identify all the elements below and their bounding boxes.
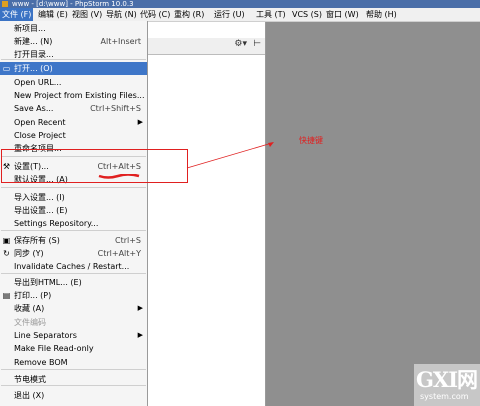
editor-area — [147, 22, 266, 406]
menu-item-label: Save As... — [14, 104, 54, 113]
menubar-item[interactable]: VCS (S) — [290, 8, 324, 21]
menu-separator — [1, 187, 146, 188]
site-watermark: GXI网 system.com — [414, 364, 480, 406]
menu-item-shortcut: Alt+Insert — [100, 37, 141, 46]
gear-icon[interactable]: ⚙▾ — [234, 39, 247, 49]
phpstorm-app-icon — [2, 1, 8, 7]
menubar-item[interactable]: 导航 (N) — [104, 8, 139, 21]
menu-item[interactable]: Line Separators ▶ — [0, 329, 147, 342]
pin-icon[interactable]: ⊢ — [253, 39, 261, 49]
menu-item-label: Settings Repository... — [14, 219, 99, 228]
menu-item[interactable]: ▭ 打开... (O) — [0, 62, 147, 75]
menu-item[interactable]: Save As... Ctrl+Shift+S — [0, 102, 147, 115]
menu-item-label: Line Separators — [14, 331, 77, 340]
file-menu-dropdown: 新项目... 新建... (N) Alt+Insert 打开目录... ▭ 打开... (… — [0, 21, 148, 406]
menu-item-label: 新建... (N) — [14, 37, 53, 46]
menu-item[interactable]: Open Recent ▶ — [0, 116, 147, 129]
menu-separator — [1, 369, 146, 370]
menu-item-label: New Project from Existing Files... — [14, 91, 145, 100]
window-title: www - [d:\www] - PhpStorm 10.0.3 — [12, 0, 134, 8]
menu-item-label: 新项目... — [14, 24, 46, 33]
menu-item[interactable]: ▣ 保存所有 (S) Ctrl+S — [0, 234, 147, 247]
menu-item-label: 文件编码 — [14, 318, 46, 327]
menubar-item[interactable]: 运行 (U) — [212, 8, 247, 21]
menu-item[interactable]: 收藏 (A) ▶ — [0, 302, 147, 315]
menu-item[interactable]: 新项目... — [0, 22, 147, 35]
menu-item-label: 打印... (P) — [14, 291, 52, 300]
menubar-item[interactable]: 帮助 (H) — [364, 8, 399, 21]
menu-item-label: Make File Read-only — [14, 344, 94, 353]
menu-item-label: 打开... (O) — [14, 64, 53, 73]
menu-item-label: 收藏 (A) — [14, 304, 45, 313]
menu-item-label: Open URL... — [14, 78, 62, 87]
menu-item[interactable]: Close Project — [0, 129, 147, 142]
annotation-box — [1, 149, 188, 183]
menu-item[interactable]: ▤ 打印... (P) — [0, 289, 147, 302]
menu-item[interactable]: Settings Repository... — [0, 217, 147, 230]
annotation-label: 快捷键 — [299, 136, 323, 145]
menu-item-label: 导出到HTML... (E) — [14, 278, 82, 287]
submenu-arrow-icon: ▶ — [137, 304, 143, 312]
submenu-arrow-icon: ▶ — [137, 118, 143, 126]
menu-item-label: Open Recent — [14, 118, 66, 127]
menubar-item[interactable]: 代码 (C) — [138, 8, 172, 21]
menu-item-shortcut: Ctrl+S — [114, 236, 141, 245]
menu-item[interactable]: New Project from Existing Files... — [0, 89, 147, 102]
menu-item-label: 保存所有 (S) — [14, 236, 60, 245]
menu-separator — [1, 230, 146, 231]
menu-item[interactable]: Invalidate Caches / Restart... — [0, 260, 147, 273]
editor-toolbar: ⚙▾ ⊢ — [147, 38, 265, 55]
print-icon: ▤ — [2, 291, 11, 300]
menu-item-label: Close Project — [14, 131, 66, 140]
menu-item-shortcut: Ctrl+Alt+Y — [97, 249, 141, 258]
menu-item-label: 退出 (X) — [14, 391, 45, 400]
menu-separator — [1, 273, 146, 274]
menu-item[interactable]: 导入设置... (I) — [0, 191, 147, 204]
menu-item-shortcut: Ctrl+Shift+S — [90, 104, 141, 113]
menu-item: 文件编码 — [0, 316, 147, 329]
menubar-item[interactable]: 编辑 (E) — [36, 8, 70, 21]
right-panel — [266, 22, 480, 406]
menu-item-label: 同步 (Y) — [14, 249, 44, 258]
menubar-item[interactable]: 重构 (R) — [172, 8, 206, 21]
menu-item[interactable]: 新建... (N) Alt+Insert — [0, 35, 147, 48]
menubar-item[interactable]: 窗口 (W) — [324, 8, 361, 21]
menubar-item[interactable]: 文件 (F) — [0, 8, 34, 21]
watermark-domain: system.com — [420, 392, 469, 401]
menu-item-label: 导入设置... (I) — [14, 193, 65, 202]
menu-item[interactable]: ↻ 同步 (Y) Ctrl+Alt+Y — [0, 247, 147, 260]
annotation-underline — [98, 174, 140, 179]
annotation-arrow — [186, 142, 274, 169]
submenu-arrow-icon: ▶ — [137, 331, 143, 339]
watermark-logo: GXI网 — [416, 367, 478, 392]
menu-item-label: 导出设置... (E) — [14, 206, 68, 215]
menu-item-label: Remove BOM — [14, 358, 68, 367]
sync-icon: ↻ — [3, 249, 10, 258]
menu-separator — [1, 59, 146, 60]
folder-icon: ▭ — [2, 64, 11, 73]
window-titlebar: www - [d:\www] - PhpStorm 10.0.3 — [0, 0, 480, 8]
menu-item[interactable]: 导出设置... (E) — [0, 204, 147, 217]
menu-item[interactable]: 退出 (X) — [0, 389, 147, 402]
menu-bar: 文件 (F) 编辑 (E) 视图 (V) 导航 (N) 代码 (C) 重构 (R) 运行 (… — [0, 8, 480, 22]
menu-item[interactable]: 导出到HTML... (E) — [0, 276, 147, 289]
menu-item[interactable]: Open URL... — [0, 76, 147, 89]
menu-item-label: Invalidate Caches / Restart... — [14, 262, 130, 271]
menubar-item[interactable]: 工具 (T) — [254, 8, 288, 21]
menubar-item[interactable]: 视图 (V) — [70, 8, 104, 21]
menu-separator — [1, 385, 146, 386]
menu-item[interactable]: Remove BOM — [0, 356, 147, 369]
menu-item[interactable]: Make File Read-only — [0, 342, 147, 355]
save-icon: ▣ — [2, 236, 11, 245]
